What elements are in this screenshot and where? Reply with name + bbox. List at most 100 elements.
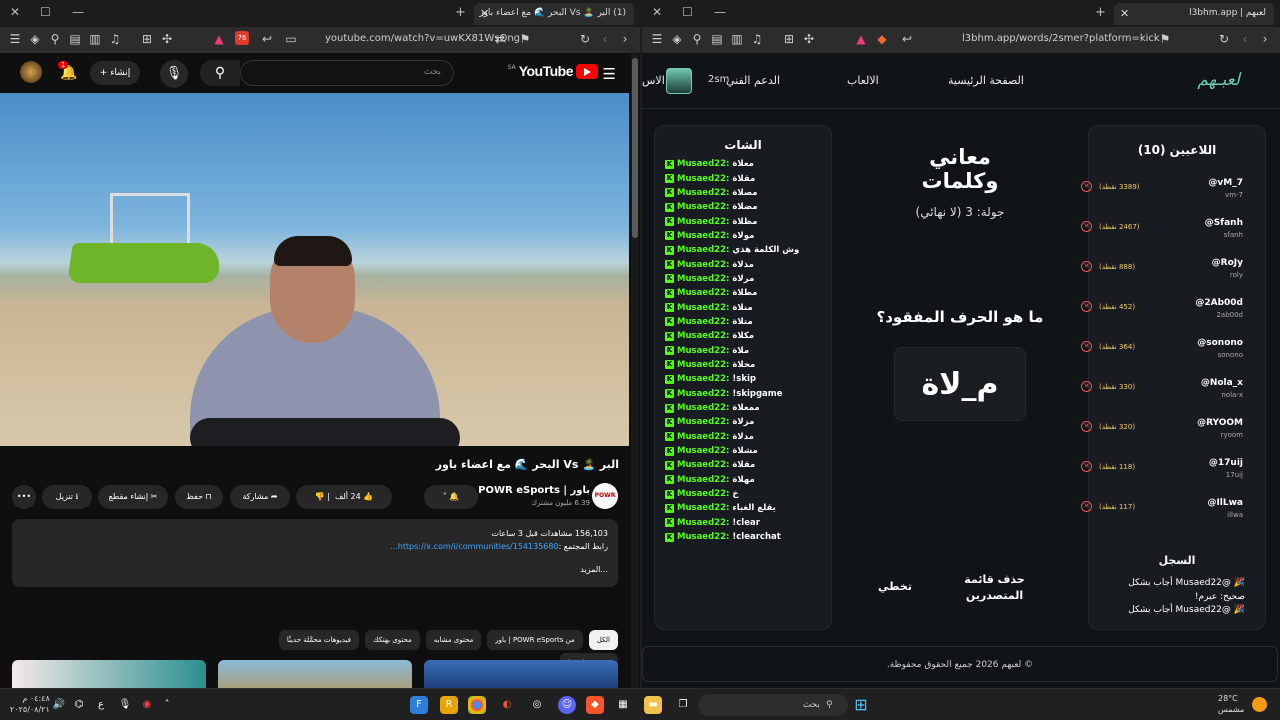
site-logo[interactable]: لعبـهم [1197,70,1240,90]
remove-player-icon[interactable]: ✕ [1081,461,1092,472]
task-view-icon[interactable]: ❐ [674,696,692,714]
menu-icon[interactable]: ☰ [650,32,664,46]
chip-all[interactable]: الكل [588,630,618,650]
weather-widget[interactable]: 28°C مشمس [1218,693,1244,715]
brave-shield-badge[interactable]: 76 [235,31,249,45]
app-r-icon[interactable]: R [440,696,458,714]
translate-icon[interactable]: ⇄ [493,32,507,46]
nav-home[interactable]: الصفحة الرئيسية [948,74,1024,87]
chip-recent[interactable]: فيديوهات محمَّلة حديثًا [278,630,359,650]
back-icon[interactable]: ‹ [1238,32,1252,46]
chip-similar[interactable]: محتوى مشابه [425,630,482,650]
brave-shield-icon[interactable]: ◆ [875,32,889,46]
back-icon[interactable]: ‹ [598,32,612,46]
taskbar-search[interactable]: بحث ⚲ [698,694,848,716]
share-icon[interactable]: ↩ [900,32,914,46]
skip-button[interactable]: تخطي [870,580,920,593]
chrome-icon[interactable] [468,696,486,714]
user-avatar[interactable] [666,68,692,94]
close-window-icon[interactable]: ✕ [652,5,662,19]
reload-icon[interactable]: ↻ [578,32,592,46]
create-button[interactable]: + إنشاء [90,61,140,85]
file-explorer-icon[interactable]: ▬ [644,696,662,714]
share-button[interactable]: ➦ مشاركة [230,485,290,509]
video-player[interactable] [0,93,629,446]
download-button[interactable]: ⭳ تنزيل [42,485,92,509]
new-tab-icon[interactable]: + [455,5,466,20]
remove-player-icon[interactable]: ✕ [1081,261,1092,272]
more-actions-icon[interactable]: ••• [12,485,36,509]
page-scrollbar[interactable] [631,53,639,688]
chip-interest[interactable]: محتوى بهتكك [364,630,420,650]
maximize-icon[interactable]: ☐ [40,5,51,19]
brave-icon[interactable]: ◆ [586,696,604,714]
like-button[interactable]: 👍 24 ألف [335,492,373,501]
nav-support[interactable]: الدعم الفني [726,74,780,87]
related-video-thumbnail[interactable] [218,660,412,688]
community-link[interactable]: https://x.com/i/communities/154135680... [390,542,559,551]
user-name[interactable]: 2sm [708,74,729,85]
tabs-icon[interactable]: ⊞ [140,32,154,46]
tray-expand-icon[interactable]: ˄ [158,696,176,714]
yt-menu-icon[interactable]: ☰ [603,65,616,83]
bookmark-add-icon[interactable]: ⚑ [518,32,532,46]
windows-start-icon[interactable]: ⊞ [852,696,870,714]
bookmark-add-icon[interactable]: ⚑ [1158,32,1172,46]
description-more[interactable]: ...المزيد [22,563,608,576]
channel-avatar[interactable]: POWR [592,483,618,509]
steam-icon[interactable]: ◎ [528,696,546,714]
remove-player-icon[interactable]: ✕ [1081,501,1092,512]
remove-player-icon[interactable]: ✕ [1081,381,1092,392]
clip-button[interactable]: ✂ إنشاء مقطع [98,485,168,509]
address-bar[interactable]: youtube.com/watch?v=uwKX81WsQng [325,33,520,44]
extensions-icon[interactable]: ✣ [802,32,816,46]
description-box[interactable]: 156,103 مشاهدات قبل 3 ساعات رابط المجتمع… [12,519,618,587]
avatar[interactable] [20,61,42,83]
related-video-thumbnail[interactable] [424,660,618,688]
pin-icon[interactable]: ⚲ [690,32,704,46]
remove-player-icon[interactable]: ✕ [1081,341,1092,352]
clear-leaderboard-button[interactable]: حذف قائمة المتصدرين [957,572,1032,604]
forward-icon[interactable]: › [618,32,632,46]
share-icon[interactable]: ↩ [260,32,274,46]
nav-games[interactable]: الالعاب [847,74,879,87]
system-clock[interactable]: ٠٤:٤٨ م ٢٠٢٥/٠٨/٢١ [10,693,50,715]
pin-icon[interactable]: ⚲ [48,32,62,46]
extensions-icon[interactable]: ✣ [160,32,174,46]
tabs-icon[interactable]: ⊞ [782,32,796,46]
app-f-icon[interactable]: F [410,696,428,714]
menu-icon[interactable]: ☰ [8,32,22,46]
reload-icon[interactable]: ↻ [1217,32,1231,46]
maximize-icon[interactable]: ☐ [682,5,693,19]
dislike-icon[interactable]: 👎 [315,492,325,501]
voice-search-button[interactable]: 🎙 [160,60,188,88]
remove-player-icon[interactable]: ✕ [1081,181,1092,192]
record-icon[interactable]: ◉ [138,696,156,714]
youtube-logo[interactable]: SA YouTube [508,63,598,79]
forward-icon[interactable]: › [1258,32,1272,46]
calculator-icon[interactable]: ▦ [614,696,632,714]
bookmark-icon[interactable]: ▭ [284,32,298,46]
subscribe-bell-button[interactable]: 🔔 ˅ [424,485,478,509]
close-window-icon[interactable]: ✕ [10,5,20,19]
app-icon[interactable]: ◐ [498,696,516,714]
related-video-thumbnail[interactable] [12,660,206,688]
search-input[interactable]: بحث [240,60,454,86]
discord-icon[interactable]: ☺ [558,696,576,714]
rewards-icon[interactable]: ▲ [854,32,868,46]
search-button[interactable]: ⚲ [200,60,240,86]
tab-l3bhm[interactable]: لعبهم | l3bhm.app ✕ [1114,3,1274,25]
shield-icon[interactable]: ◈ [670,32,684,46]
save-button[interactable]: ⊓ حفظ [175,485,223,509]
nav-cut-item[interactable]: الاس [642,74,665,87]
sidebar-icon[interactable]: ▥ [730,32,744,46]
music-icon[interactable]: ♫ [108,32,122,46]
remove-player-icon[interactable]: ✕ [1081,221,1092,232]
remove-player-icon[interactable]: ✕ [1081,301,1092,312]
minimize-icon[interactable]: — [714,5,726,19]
wallet-icon[interactable]: ▤ [68,32,82,46]
tab-close-icon[interactable]: ✕ [1120,7,1129,20]
channel-name[interactable]: باور | POWR eSports [478,485,590,496]
minimize-icon[interactable]: — [72,5,84,19]
remove-player-icon[interactable]: ✕ [1081,421,1092,432]
